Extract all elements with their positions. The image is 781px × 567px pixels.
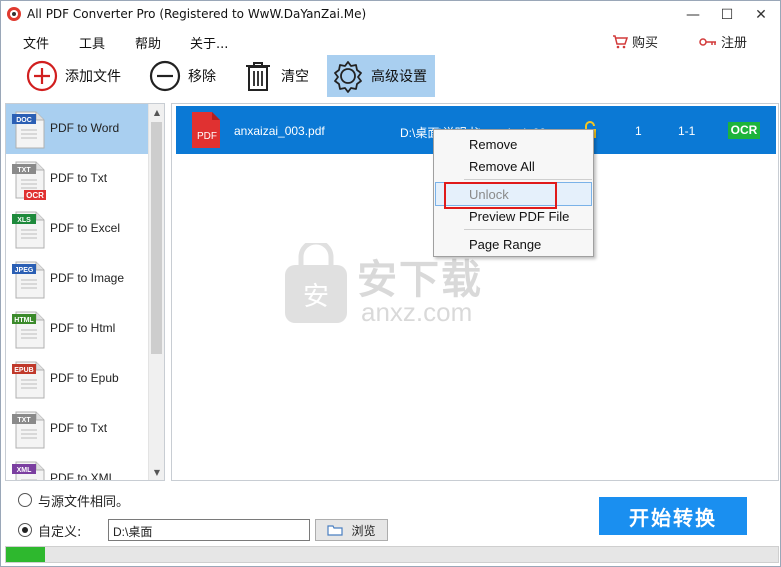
close-button[interactable]: ✕ [744, 1, 778, 29]
svg-text:EPUB: EPUB [14, 367, 33, 374]
menu-bar: 文件 工具 帮助 关于... 购买 注册 [1, 29, 780, 53]
menu-tools[interactable]: 工具 [79, 33, 105, 52]
svg-text:DOC: DOC [16, 117, 32, 124]
converter-item[interactable]: XLS PDF to Excel [6, 204, 148, 254]
svg-text:XML: XML [17, 467, 33, 474]
maximize-button[interactable]: ☐ [710, 1, 744, 29]
svg-text:TXT: TXT [17, 167, 31, 174]
document-format-icon: XML [12, 461, 45, 480]
advanced-settings-button[interactable]: 高级设置 [327, 55, 435, 97]
menu-help[interactable]: 帮助 [135, 33, 161, 52]
scroll-up-icon[interactable]: ▲ [149, 104, 164, 120]
converter-label: PDF to Epub [50, 371, 119, 385]
add-file-label: 添加文件 [65, 69, 121, 85]
cart-icon [613, 34, 628, 48]
app-window: All PDF Converter Pro (Registered to WwW… [0, 0, 781, 567]
document-format-icon: DOC [12, 111, 45, 149]
document-format-icon: TXT [12, 411, 45, 449]
browse-label: 浏览 [351, 523, 376, 538]
clear-label: 清空 [281, 69, 309, 85]
output-settings: 与源文件相同。 自定义: D:\桌面 浏览 开始转换 [1, 483, 780, 566]
progress-fill [6, 547, 45, 562]
clear-button[interactable]: 清空 [237, 55, 313, 97]
svg-text:JPEG: JPEG [15, 267, 34, 274]
converter-item[interactable]: XML PDF to XML [6, 454, 148, 481]
converter-label: PDF to Txt [50, 171, 108, 185]
app-logo-icon [7, 7, 21, 21]
converter-item[interactable]: HTML PDF to Html [6, 304, 148, 354]
converter-label: PDF to Html [50, 321, 116, 335]
add-file-button[interactable]: 添加文件 [21, 55, 125, 97]
buy-label: 购买 [632, 36, 659, 51]
ctx-remove[interactable]: Remove [469, 137, 517, 152]
svg-text:OCR: OCR [26, 191, 44, 200]
register-label: 注册 [721, 36, 748, 51]
buy-button[interactable]: 购买 [612, 32, 658, 51]
minimize-button[interactable]: — [676, 1, 710, 29]
remove-button[interactable]: 移除 [144, 55, 220, 97]
svg-text:HTML: HTML [14, 317, 34, 324]
converter-item[interactable]: JPEG PDF to Image [6, 254, 148, 304]
converter-label: PDF to Excel [50, 221, 121, 235]
toolbar: 添加文件 移除 清空 高级设置 [1, 53, 780, 99]
same-as-source-radio[interactable] [18, 493, 32, 507]
converter-item[interactable]: TXT OCR PDF to Txt [6, 154, 148, 204]
custom-output-label: 自定义: [38, 525, 82, 540]
progress-bar [5, 546, 779, 563]
window-title: All PDF Converter Pro (Registered to WwW… [27, 7, 367, 21]
scroll-thumb[interactable] [151, 122, 162, 354]
document-format-icon: HTML [12, 311, 45, 349]
pdf-icon-label: PDF [197, 131, 217, 142]
remove-label: 移除 [188, 69, 216, 85]
document-format-icon: EPUB [12, 361, 45, 399]
converter-item[interactable]: TXT PDF to Txt [6, 404, 148, 454]
converter-label: PDF to Txt [50, 421, 108, 435]
ctx-separator [464, 229, 592, 230]
output-path-input[interactable]: D:\桌面 [108, 519, 310, 541]
ctx-separator [464, 179, 592, 180]
add-circle-icon [26, 60, 58, 92]
svg-text:XLS: XLS [17, 217, 31, 224]
key-icon [699, 37, 716, 46]
converter-item[interactable]: EPUB PDF to Epub [6, 354, 148, 404]
ctx-page-range[interactable]: Page Range [469, 237, 541, 252]
ctx-preview-pdf[interactable]: Preview PDF File [469, 209, 569, 224]
title-bar: All PDF Converter Pro (Registered to WwW… [1, 1, 780, 29]
scroll-down-icon[interactable]: ▼ [149, 464, 164, 480]
ctx-remove-all[interactable]: Remove All [469, 159, 535, 174]
converter-label: PDF to XML [50, 471, 116, 481]
pdf-file-icon [192, 112, 220, 148]
custom-output-radio[interactable] [18, 523, 32, 537]
menu-file[interactable]: 文件 [23, 33, 49, 52]
start-convert-button[interactable]: 开始转换 [599, 497, 747, 535]
watermark-en: anxz.com [361, 297, 473, 327]
folder-icon [327, 525, 344, 536]
page-range[interactable]: 1-1 [678, 124, 695, 138]
converter-label: PDF to Image [50, 271, 125, 285]
annotation-highlight-box [444, 182, 557, 209]
document-format-icon: JPEG [12, 261, 45, 299]
converter-label: PDF to Word [50, 121, 120, 135]
watermark-bag-icon: 安 [285, 243, 347, 323]
ocr-badge[interactable]: OCR [728, 122, 760, 139]
register-button[interactable]: 注册 [699, 32, 747, 51]
svg-text:TXT: TXT [17, 417, 31, 424]
browse-button[interactable]: 浏览 [315, 519, 388, 541]
converter-list-scrollbar[interactable]: ▲ ▼ [148, 104, 164, 480]
trash-icon [246, 62, 270, 91]
svg-text:安: 安 [303, 282, 329, 312]
page-count: 1 [635, 124, 642, 138]
converter-list-panel: DOC PDF to Word TXT OCR PDF to Txt XLS P… [5, 103, 165, 481]
file-name: anxaizai_003.pdf [234, 124, 325, 138]
minus-circle-icon [149, 60, 181, 92]
same-as-source-label: 与源文件相同。 [38, 495, 130, 510]
menu-about[interactable]: 关于... [190, 33, 228, 52]
converter-item[interactable]: DOC PDF to Word [6, 104, 148, 154]
advanced-settings-label: 高级设置 [371, 69, 427, 85]
converter-list: DOC PDF to Word TXT OCR PDF to Txt XLS P… [6, 104, 148, 481]
document-format-icon: XLS [12, 211, 45, 249]
gear-icon [334, 61, 362, 93]
document-format-icon: TXT OCR [12, 161, 46, 200]
